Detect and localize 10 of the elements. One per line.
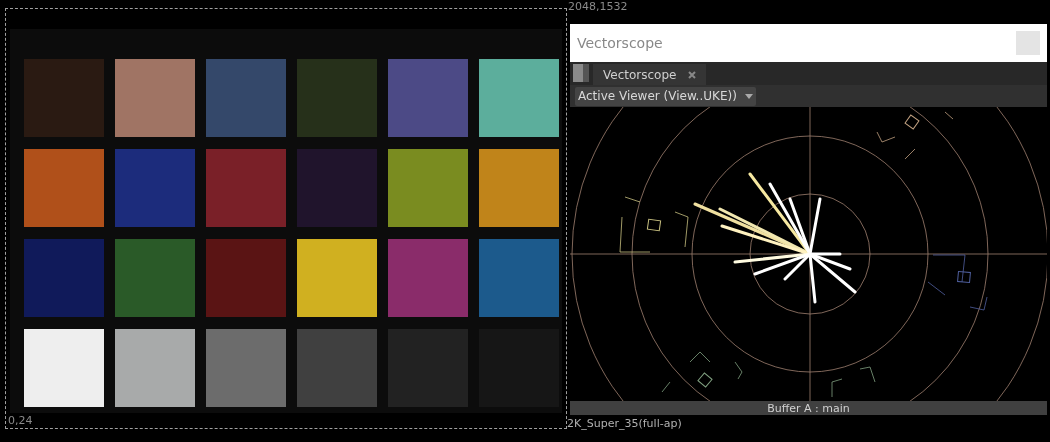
format-label: 2K_Super_35(full-ap) <box>567 416 683 429</box>
coordinate-label: 2048,1532 <box>567 0 628 12</box>
coordinate-label: 0,24 <box>8 415 33 426</box>
panel-tab[interactable]: Vectorscope <box>593 64 707 85</box>
buffer-label: Buffer A : main <box>767 402 850 414</box>
caret-icon <box>744 93 753 99</box>
panel-menu-icon[interactable] <box>573 64 589 82</box>
panel-title: Vectorscope <box>577 33 663 53</box>
source-dropdown[interactable]: Active Viewer (View..UKE)) <box>575 86 756 106</box>
close-icon[interactable] <box>688 70 697 79</box>
